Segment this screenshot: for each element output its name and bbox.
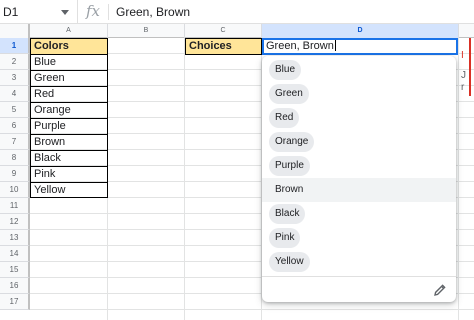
color-cell[interactable]: Brown (31, 134, 108, 150)
option-chip: Yellow (269, 252, 310, 272)
color-cell[interactable]: Green (31, 70, 108, 86)
fx-icon: fx (86, 2, 101, 20)
choices-label-cell[interactable]: Choices (185, 38, 262, 55)
pencil-icon[interactable] (432, 282, 448, 298)
formula-bar: D1 fx Green, Brown (0, 0, 474, 24)
column-header-b[interactable]: B (108, 24, 185, 38)
option-chip: Red (269, 108, 300, 128)
color-cell[interactable]: Black (31, 150, 108, 166)
row-header[interactable]: 12 (0, 214, 30, 230)
row-header[interactable]: 6 (0, 118, 30, 134)
dropdown-menu: Blue Green Red Orange Purple Brown Black… (262, 56, 456, 302)
color-cell[interactable]: Orange (31, 102, 108, 118)
row-header[interactable]: 5 (0, 102, 30, 118)
row-header[interactable]: 4 (0, 86, 30, 102)
formula-input[interactable]: Green, Brown (116, 0, 190, 24)
dropdown-option-blue[interactable]: Blue (262, 58, 456, 82)
dropdown-option-brown[interactable]: Brown (262, 178, 456, 202)
row-header[interactable]: 1 (0, 38, 30, 54)
choices-value: Green, Brown (266, 40, 334, 52)
row-header[interactable]: 16 (0, 278, 30, 294)
dropdown-option-purple[interactable]: Purple (262, 154, 456, 178)
row-header[interactable]: 15 (0, 262, 30, 278)
color-cell[interactable]: Purple (31, 118, 108, 134)
row-header[interactable]: 13 (0, 230, 30, 246)
color-cell[interactable]: Blue (31, 54, 108, 70)
row-header[interactable]: 3 (0, 70, 30, 86)
side-panel-edge: I J r (459, 38, 474, 98)
dropdown-option-green[interactable]: Green (262, 82, 456, 106)
row-header[interactable]: 17 (0, 294, 30, 310)
side-panel-text: J (461, 70, 466, 81)
option-chip: Brown (275, 184, 304, 195)
option-chip: Orange (269, 132, 315, 152)
row-header[interactable]: 14 (0, 246, 30, 262)
colors-header-cell[interactable]: Colors (31, 38, 108, 54)
choices-dropdown-cell[interactable]: Green, Brown (262, 38, 458, 55)
dropdown-option-black[interactable]: Black (262, 202, 456, 226)
option-chip: Green (269, 84, 309, 104)
cell-reference: D1 (3, 5, 19, 19)
column-header-c[interactable]: C (185, 24, 262, 38)
side-panel-text: I (461, 50, 464, 61)
row-header[interactable]: 7 (0, 134, 30, 150)
dropdown-option-pink[interactable]: Pink (262, 226, 456, 250)
option-chip: Pink (269, 228, 301, 248)
row-header[interactable]: 2 (0, 54, 30, 70)
side-panel-text: r (461, 82, 465, 93)
color-cell[interactable]: Red (31, 86, 108, 102)
row-header[interactable]: 8 (0, 150, 30, 166)
option-chip: Purple (269, 156, 310, 176)
select-all-corner[interactable] (0, 24, 30, 38)
accent-bar (469, 38, 471, 96)
option-chip: Black (269, 204, 306, 224)
row-header[interactable]: 9 (0, 166, 30, 182)
dropdown-footer (262, 276, 456, 302)
chevron-down-icon[interactable] (61, 10, 69, 15)
dropdown-option-red[interactable]: Red (262, 106, 456, 130)
divider (108, 4, 109, 20)
option-chip: Blue (269, 60, 302, 80)
row-header[interactable]: 11 (0, 198, 30, 214)
name-box[interactable]: D1 (0, 0, 78, 24)
color-cell[interactable]: Pink (31, 166, 108, 182)
column-header-a[interactable]: A (30, 24, 108, 38)
column-header-d[interactable]: D (262, 24, 459, 38)
row-header[interactable]: 10 (0, 182, 30, 198)
text-cursor (334, 40, 336, 51)
color-cell[interactable]: Yellow (31, 182, 108, 198)
dropdown-option-yellow[interactable]: Yellow (262, 250, 456, 274)
dropdown-option-orange[interactable]: Orange (262, 130, 456, 154)
column-headers: A B C D (0, 24, 474, 38)
